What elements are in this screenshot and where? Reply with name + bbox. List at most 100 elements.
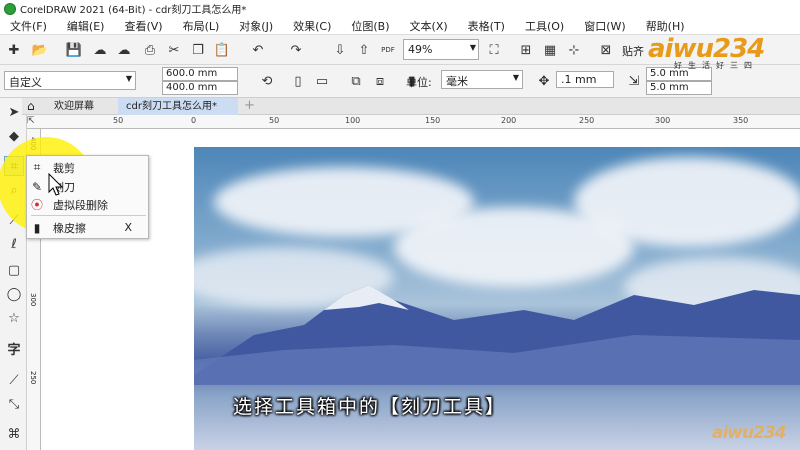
flyout-item-knife[interactable]: ✎ 刻刀 (27, 177, 150, 196)
ruler-tick-label: 150 (425, 116, 441, 125)
snap-icon[interactable]: ⊠ (596, 40, 616, 60)
snap-to-label[interactable]: 贴齐 (622, 43, 644, 59)
menu-bitmaps[interactable]: 位图(B) (341, 18, 399, 34)
menu-object[interactable]: 对象(J) (229, 18, 283, 34)
chevron-down-icon: ▼ (125, 74, 132, 83)
rulers-icon[interactable]: ⊞ (516, 40, 536, 60)
publish-pdf-icon[interactable]: PDF (378, 40, 398, 60)
blend-tool-icon[interactable]: ⌘ (4, 424, 24, 444)
horizontal-ruler[interactable]: ⇱ 50 0 50 100 150 200 250 300 350 (27, 115, 800, 129)
artistic-media-icon[interactable]: ℓ (4, 234, 24, 254)
flyout-item-crop[interactable]: ⌗ 裁剪 (27, 158, 150, 177)
menu-file[interactable]: 文件(F) (0, 18, 57, 34)
menu-tools[interactable]: 工具(O) (515, 18, 574, 34)
export-icon[interactable]: ⇧ (354, 40, 374, 60)
import-icon[interactable]: ⇩ (330, 40, 350, 60)
video-subtitle: 选择工具箱中的【刻刀工具】 (233, 396, 507, 418)
save-icon[interactable]: 💾 (64, 40, 84, 60)
page-width-input[interactable]: 600.0 mm (162, 67, 238, 81)
connector-tool-icon[interactable]: ⤡ (4, 394, 24, 414)
page-preset-value: 自定义 (9, 76, 42, 89)
cloud-shape (574, 157, 800, 247)
parallel-dimension-icon[interactable]: ⟋ (4, 370, 24, 390)
ruler-tick-label: 200 (501, 116, 517, 125)
polygon-tool-icon[interactable]: ☆ (4, 308, 24, 328)
page-height-input[interactable]: 400.0 mm (162, 81, 238, 95)
document-tab-bar: ⌂ 欢迎屏幕 cdr刻刀工具怎么用* + (22, 98, 800, 115)
units-value: 毫米 (446, 75, 468, 88)
tab-document[interactable]: cdr刻刀工具怎么用* (118, 98, 238, 115)
knife-icon: ✎ (31, 179, 43, 194)
ruler-tick-label: 250 (29, 371, 37, 385)
page-preset-dropdown[interactable]: 自定义 ▼ (4, 71, 136, 90)
chevron-down-icon: ▼ (469, 43, 476, 52)
nudge-distance-input[interactable]: .1 mm (556, 71, 614, 88)
transform-icon[interactable]: ⟲ (257, 71, 277, 91)
eraser-icon: ▮ (33, 220, 41, 235)
window-title: CorelDRAW 2021 (64-Bit) - cdr刻刀工具怎么用* (20, 5, 247, 16)
add-tab-icon[interactable]: + (244, 98, 255, 113)
all-pages-icon[interactable]: ⧉ (346, 71, 366, 91)
mouse-pointer-icon (48, 173, 64, 196)
ruler-tick-label: 100 (345, 116, 361, 125)
cut-icon[interactable]: ✂ (164, 40, 184, 60)
duplicate-y-input[interactable]: 5.0 mm (646, 81, 712, 95)
zoom-level-dropdown[interactable]: 49% ▼ (403, 39, 479, 60)
ruler-tick-label: 300 (29, 293, 37, 307)
pick-tool-icon[interactable]: ➤ (4, 102, 24, 122)
redo-icon[interactable]: ↷ (286, 40, 306, 60)
paste-icon[interactable]: 📋 (212, 40, 232, 60)
menu-window[interactable]: 窗口(W) (574, 18, 635, 34)
menu-edit[interactable]: 编辑(E) (57, 18, 115, 34)
menu-bar: 文件(F) 编辑(E) 查看(V) 布局(L) 对象(J) 效果(C) 位图(B… (0, 17, 800, 35)
ruler-tick-label: 250 (579, 116, 595, 125)
guidelines-icon[interactable]: ⊹ (564, 40, 584, 60)
print-icon[interactable]: ⎙ (140, 40, 160, 60)
shortcut-key: X (124, 221, 132, 234)
landscape-icon[interactable]: ▭ (312, 71, 332, 91)
ruler-tick-label: 300 (655, 116, 671, 125)
cloud-upload-icon[interactable]: ☁ (114, 40, 134, 60)
home-icon[interactable]: ⌂ (27, 99, 35, 113)
grid-icon[interactable]: ▦ (540, 40, 560, 60)
text-tool-icon[interactable]: 字 (4, 338, 24, 358)
units-label: 单位: (406, 76, 432, 89)
copy-icon[interactable]: ❐ (188, 40, 208, 60)
portrait-icon[interactable]: ▯ (288, 71, 308, 91)
menu-table[interactable]: 表格(T) (458, 18, 515, 34)
new-document-icon[interactable]: ✚ (4, 40, 24, 60)
mountain-range (194, 285, 800, 385)
open-folder-icon[interactable]: 📂 (30, 40, 50, 60)
full-screen-icon[interactable]: ⛶ (484, 40, 504, 60)
ruler-tick-label: 0 (191, 116, 197, 125)
rectangle-tool-icon[interactable]: ▢ (4, 260, 24, 280)
zoom-value: 49% (408, 43, 433, 56)
nudge-icon: ✥ (538, 73, 550, 89)
crop-tool-flyout: ⌗ 裁剪 ✎ 刻刀 ⦿ 虚拟段删除 ▮ 橡皮擦 X (26, 155, 149, 239)
menu-view[interactable]: 查看(V) (114, 18, 172, 34)
watermark: aiwu234 (712, 423, 787, 443)
flyout-divider (31, 215, 146, 216)
undo-icon[interactable]: ↶ (248, 40, 268, 60)
ruler-origin-icon[interactable]: ⇱ (27, 116, 35, 126)
ruler-tick-label: 50 (113, 116, 124, 125)
units-dropdown[interactable]: 毫米 ▼ (441, 70, 523, 89)
flyout-item-virtual-segment-delete[interactable]: ⦿ 虚拟段删除 (27, 195, 150, 214)
title-bar: CorelDRAW 2021 (64-Bit) - cdr刻刀工具怎么用* (0, 0, 800, 17)
flyout-item-label: 橡皮擦 (53, 221, 86, 235)
duplicate-distance-icon: ⇲ (628, 73, 640, 89)
menu-help[interactable]: 帮助(H) (636, 18, 695, 34)
tab-welcome-screen[interactable]: 欢迎屏幕 (46, 98, 102, 115)
site-logo-tagline: 好生活好三四 (674, 61, 758, 70)
flyout-item-eraser[interactable]: ▮ 橡皮擦 X (27, 218, 150, 237)
chevron-down-icon: ▼ (512, 73, 519, 82)
menu-text[interactable]: 文本(X) (400, 18, 458, 34)
menu-layout[interactable]: 布局(L) (173, 18, 230, 34)
menu-effects[interactable]: 效果(C) (283, 18, 341, 34)
crop-icon: ⌗ (33, 160, 41, 174)
current-page-icon[interactable]: ⧈ (370, 71, 390, 91)
ruler-tick-label: 350 (733, 116, 749, 125)
ellipse-tool-icon[interactable]: ◯ (4, 284, 24, 304)
virtual-segment-delete-icon: ⦿ (30, 198, 43, 212)
cloud-download-icon[interactable]: ☁ (90, 40, 110, 60)
